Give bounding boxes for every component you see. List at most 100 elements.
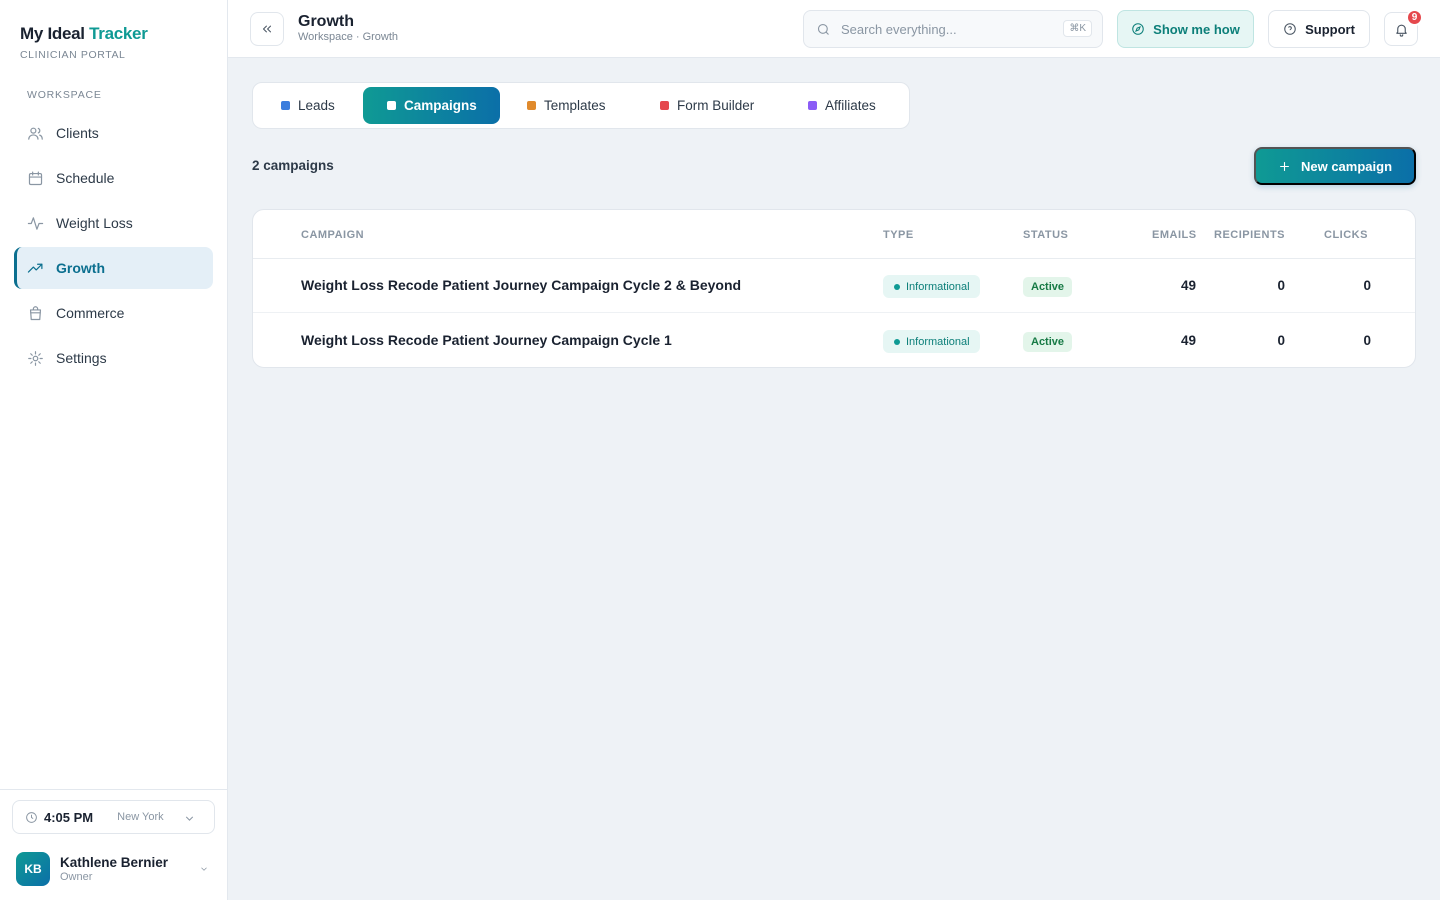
column-header-clicks[interactable]: CLICKS (1324, 229, 1368, 241)
clock-city: New York (117, 811, 164, 823)
column-header-recipients[interactable]: RECIPIENTS (1214, 229, 1285, 241)
new-campaign-button[interactable]: New campaign (1254, 147, 1416, 185)
support-label: Support (1305, 21, 1355, 37)
column-header-emails[interactable]: EMAILS (1152, 229, 1197, 241)
user-menu[interactable]: KB Kathlene Bernier Owner (16, 852, 215, 886)
user-role: Owner (60, 871, 93, 883)
sidebar-section-label: WORKSPACE (27, 89, 102, 101)
chevron-down-icon (185, 816, 194, 821)
sidebar-item-weight-loss[interactable]: Weight Loss (14, 202, 213, 244)
chevron-down-icon (201, 867, 207, 871)
show-me-how-button[interactable]: Show me how (1117, 10, 1254, 48)
column-header-type[interactable]: TYPE (883, 229, 914, 241)
tab-color-dot (387, 101, 396, 110)
table-header: CAMPAIGN TYPE STATUS EMAILS RECIPIENTS C… (253, 210, 1415, 259)
column-header-status[interactable]: STATUS (1023, 229, 1068, 241)
search-box: ⌘K (803, 10, 1103, 48)
plus-icon (1280, 161, 1289, 171)
campaigns-count: 2 campaigns (252, 158, 334, 173)
avatar: KB (16, 852, 50, 886)
tab-label: Affiliates (825, 98, 876, 113)
sidebar: My Ideal Tracker CLINICIAN PORTAL WORKSP… (0, 0, 228, 900)
breadcrumb: Workspace · Growth (298, 31, 399, 43)
trending-up-icon (27, 263, 43, 273)
calendar-icon (28, 171, 43, 185)
support-button[interactable]: Support (1268, 10, 1370, 48)
compass-icon (1132, 23, 1144, 35)
campaigns-table: CAMPAIGN TYPE STATUS EMAILS RECIPIENTS C… (252, 209, 1416, 368)
tab-leads[interactable]: Leads (281, 87, 335, 124)
type-badge-label: Informational (906, 335, 970, 348)
sidebar-item-label: Growth (56, 260, 105, 276)
growth-tabs: Leads Campaigns Templates Form Builder A… (252, 82, 910, 129)
sidebar-item-clients[interactable]: Clients (14, 112, 213, 154)
search-shortcut-badge: ⌘K (1063, 20, 1092, 37)
status-badge: Active (1023, 332, 1073, 352)
sidebar-item-label: Weight Loss (56, 215, 133, 231)
tab-color-dot (808, 101, 817, 110)
collapse-sidebar-button[interactable] (250, 12, 284, 46)
tab-label: Campaigns (404, 98, 477, 113)
sidebar-item-label: Clients (56, 125, 99, 141)
emails-count: 49 (1180, 333, 1196, 348)
brand-name-part2: Tracker (89, 24, 148, 43)
sidebar-item-label: Commerce (56, 305, 125, 321)
top-header: Growth Workspace · Growth ⌘K Show me how… (228, 0, 1440, 58)
bell-icon (1395, 24, 1407, 37)
sidebar-item-growth[interactable]: Growth (14, 247, 213, 289)
user-name: Kathlene Bernier (60, 855, 169, 870)
brand-logo[interactable]: My Ideal Tracker (20, 24, 148, 44)
column-header-campaign[interactable]: CAMPAIGN (301, 229, 364, 241)
status-badge: Active (1023, 277, 1073, 297)
tab-color-dot (281, 101, 290, 110)
gear-icon (28, 350, 43, 366)
chevrons-left-icon (262, 25, 272, 33)
brand-subtitle: CLINICIAN PORTAL (20, 49, 126, 61)
clicks-count: 0 (1363, 333, 1371, 348)
sidebar-nav: Clients Schedule Weight Loss Growth Comm… (14, 112, 213, 382)
search-input[interactable] (841, 21, 1051, 37)
notifications-button[interactable]: 9 (1384, 9, 1423, 46)
shopping-bag-icon (29, 305, 42, 320)
activity-icon (27, 216, 44, 230)
recipients-count: 0 (1277, 278, 1285, 293)
type-badge-dot (894, 283, 900, 290)
type-badge: Informational (883, 275, 980, 298)
tab-templates[interactable]: Templates (527, 87, 606, 124)
show-me-how-label: Show me how (1153, 21, 1240, 37)
help-circle-icon (1284, 23, 1296, 35)
sidebar-divider (0, 789, 227, 790)
clock-icon (26, 811, 37, 823)
tab-label: Templates (544, 98, 606, 113)
tab-color-dot (527, 101, 536, 110)
sidebar-item-settings[interactable]: Settings (14, 337, 213, 379)
tab-color-dot (660, 101, 669, 110)
type-badge-label: Informational (906, 280, 970, 293)
type-badge-dot (894, 338, 900, 345)
tab-label: Form Builder (677, 98, 755, 113)
sidebar-item-label: Settings (56, 350, 107, 366)
brand-name-part1: My Ideal (20, 24, 85, 43)
table-row[interactable]: Weight Loss Recode Patient Journey Campa… (253, 314, 1415, 367)
tab-affiliates[interactable]: Affiliates (808, 87, 876, 124)
users-icon (28, 127, 43, 140)
campaign-name[interactable]: Weight Loss Recode Patient Journey Campa… (301, 332, 672, 348)
clicks-count: 0 (1363, 278, 1371, 293)
tab-campaigns[interactable]: Campaigns (363, 87, 500, 124)
recipients-count: 0 (1277, 333, 1285, 348)
tab-label: Leads (298, 98, 335, 113)
table-row[interactable]: Weight Loss Recode Patient Journey Campa… (253, 259, 1415, 313)
type-badge: Informational (883, 330, 980, 353)
sidebar-item-commerce[interactable]: Commerce (14, 292, 213, 334)
clock-time: 4:05 PM (44, 809, 94, 825)
sidebar-item-schedule[interactable]: Schedule (14, 157, 213, 199)
new-campaign-label: New campaign (1300, 158, 1393, 174)
emails-count: 49 (1180, 278, 1196, 293)
tab-form-builder[interactable]: Form Builder (660, 87, 754, 124)
notification-count-badge: 9 (1406, 9, 1423, 26)
sidebar-item-label: Schedule (56, 170, 115, 186)
page-title: Growth (298, 13, 354, 30)
search-icon (817, 23, 829, 35)
timezone-clock-selector[interactable]: 4:05 PM New York (12, 800, 215, 834)
campaign-name[interactable]: Weight Loss Recode Patient Journey Campa… (301, 277, 741, 293)
